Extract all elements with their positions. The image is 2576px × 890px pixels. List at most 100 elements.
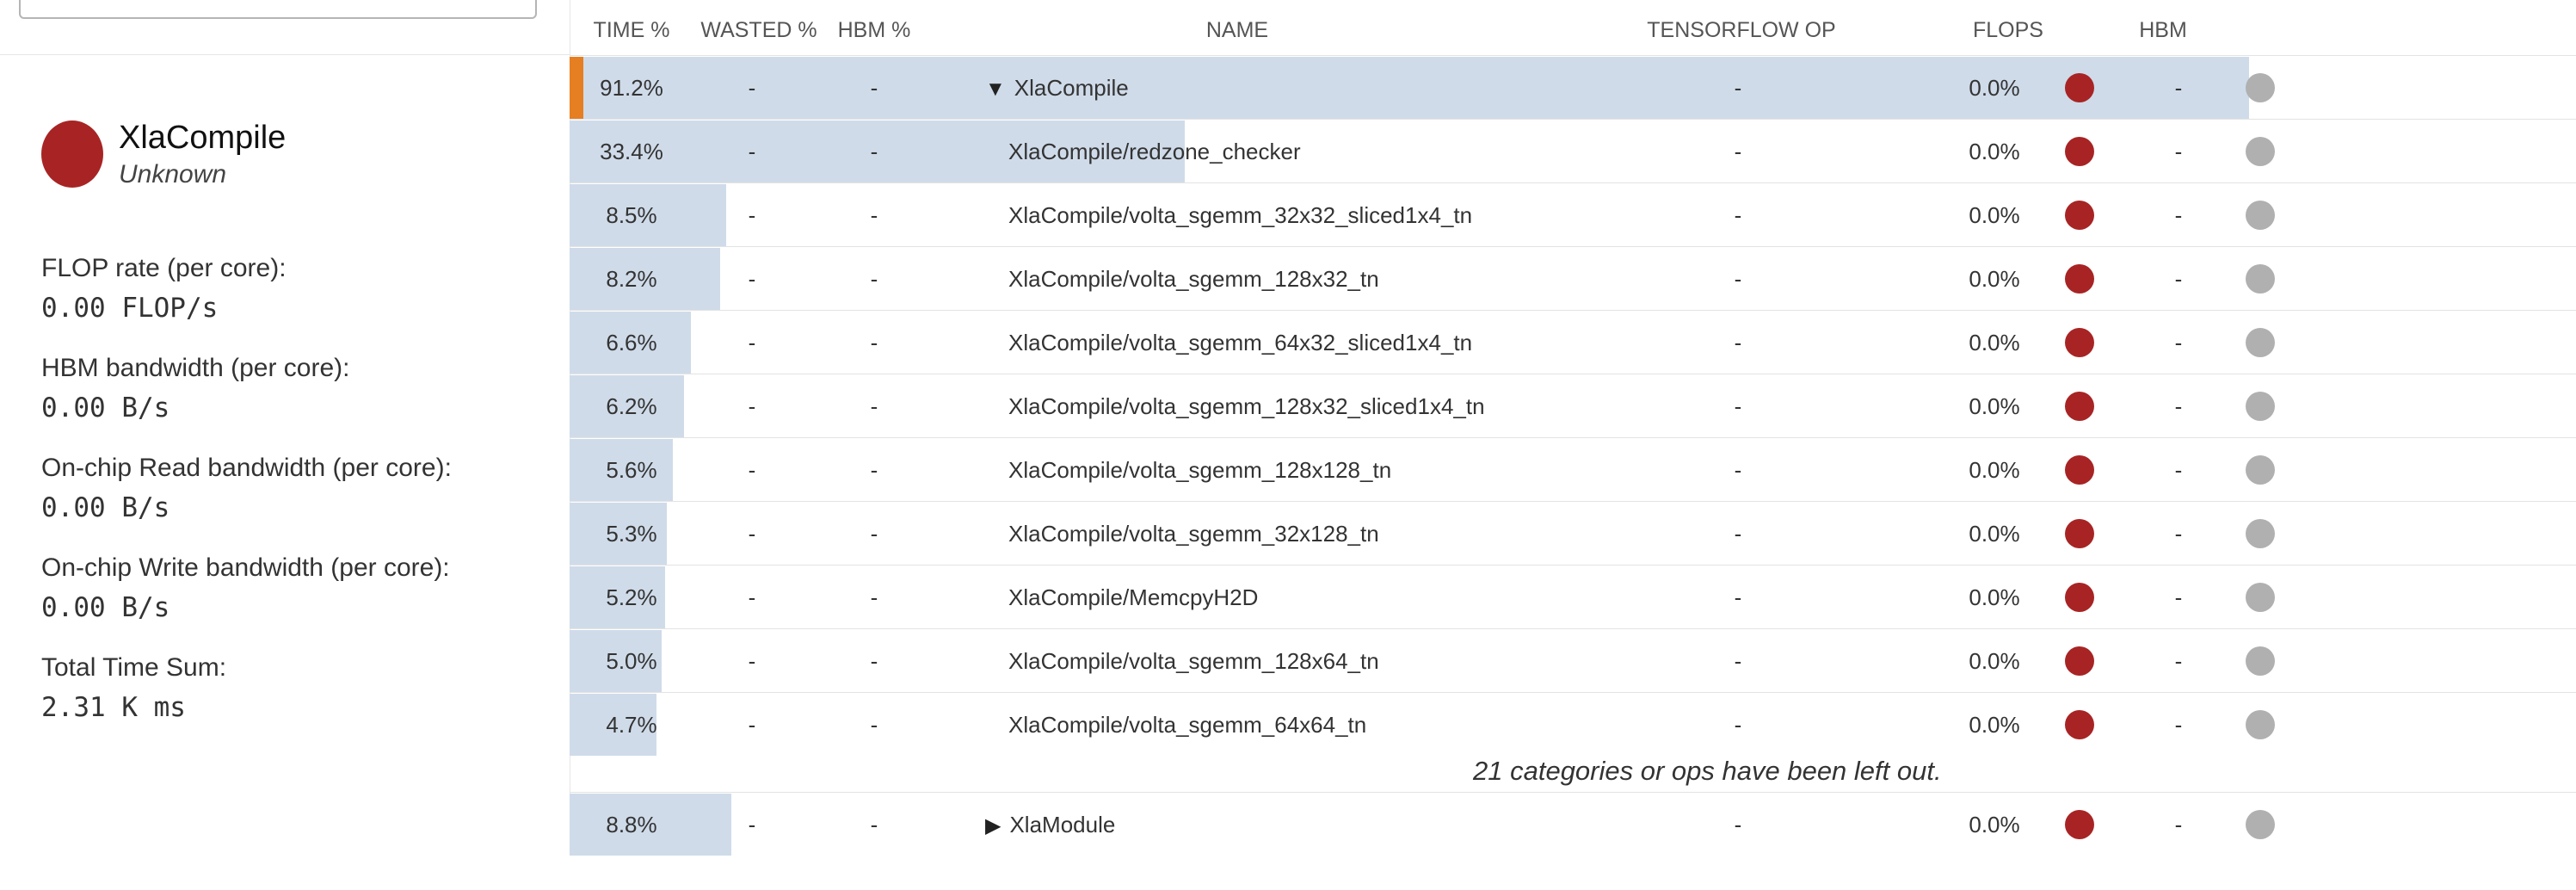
flops-percent-cell: 0.0% (1969, 648, 2020, 674)
tensorflow-op-cell: - (1734, 202, 1742, 228)
op-name: XlaCompile (1014, 75, 1129, 101)
header-tensorflow-op[interactable]: TENSORFLOW OP (1647, 15, 1835, 45)
hbm-indicator-dot (2246, 646, 2275, 676)
node-color-indicator (41, 121, 103, 188)
tensorflow-op-cell: - (1734, 457, 1742, 483)
op-name-cell[interactable]: XlaCompile/volta_sgemm_128x32_sliced1x4_… (1008, 374, 1485, 438)
time-percent-cell: 4.7% (606, 712, 657, 738)
table-row[interactable]: 5.6% - - XlaCompile/volta_sgemm_128x128_tn -… (570, 437, 2576, 502)
op-name-cell[interactable]: XlaCompile/volta_sgemm_64x32_sliced1x4_t… (1008, 311, 1472, 374)
hbm-cell: - (2174, 584, 2183, 610)
hbm-cell: - (2174, 139, 2183, 164)
expand-triangle-icon[interactable]: ▶ (985, 794, 1001, 858)
flops-percent-cell: 0.0% (1969, 266, 2020, 292)
time-percent-cell: 6.6% (606, 330, 657, 355)
op-name: XlaCompile/redzone_checker (1008, 139, 1301, 164)
op-name-cell[interactable]: XlaCompile/redzone_checker (1008, 120, 1301, 183)
wasted-percent-cell: - (748, 139, 756, 164)
op-name-cell[interactable]: XlaCompile/MemcpyH2D (1008, 566, 1258, 629)
header-hbm[interactable]: HBM (2139, 15, 2187, 45)
op-name: XlaCompile/volta_sgemm_32x128_tn (1008, 521, 1379, 547)
op-name: XlaCompile/volta_sgemm_32x32_sliced1x4_t… (1008, 202, 1473, 228)
op-name: XlaCompile/volta_sgemm_64x64_tn (1008, 712, 1367, 738)
table-row[interactable]: 6.6% - - XlaCompile/volta_sgemm_64x32_slice… (570, 310, 2576, 374)
header-hbm-percent[interactable]: HBM % (838, 15, 911, 45)
flops-percent-cell: 0.0% (1969, 139, 2020, 164)
hbm-percent-cell: - (870, 393, 878, 419)
wasted-percent-cell: - (748, 521, 756, 547)
node-name: XlaCompile (119, 120, 287, 156)
hbm-percent-cell: - (870, 812, 878, 837)
wasted-percent-cell: - (748, 202, 756, 228)
tensorflow-op-cell: - (1734, 584, 1742, 610)
time-percent-cell: 5.6% (606, 457, 657, 483)
op-name: XlaCompile/MemcpyH2D (1008, 584, 1259, 610)
hbm-cell: - (2174, 393, 2183, 419)
table-row[interactable]: 33.4% - - XlaCompile/redzone_checker - 0.0% - (570, 119, 2576, 183)
op-name-cell[interactable]: ▼ XlaCompile (985, 56, 1129, 120)
table-row[interactable]: 5.3% - - XlaCompile/volta_sgemm_32x128_tn - 0… (570, 501, 2576, 566)
time-percent-cell: 5.2% (606, 584, 657, 610)
flops-indicator-dot (2065, 137, 2094, 166)
op-name: XlaCompile/volta_sgemm_64x32_sliced1x4_t… (1008, 330, 1473, 355)
wasted-percent-cell: - (748, 648, 756, 674)
time-percent-cell: 8.2% (606, 266, 657, 292)
flops-indicator-dot (2065, 646, 2094, 676)
flops-percent-cell: 0.0% (1969, 393, 2020, 419)
header-name[interactable]: NAME (1206, 15, 1268, 45)
hbm-indicator-dot (2246, 455, 2275, 485)
total-time-value: 2.31 K ms (41, 692, 186, 723)
op-name-cell[interactable]: ▶ XlaModule (985, 793, 1115, 856)
flop-rate-label: FLOP rate (per core): (41, 254, 287, 282)
hbm-indicator-dot (2246, 710, 2275, 739)
table-row[interactable]: 91.2% - - ▼ XlaCompile - 0.0% - (570, 55, 2576, 120)
table-row[interactable]: 4.7% - - XlaCompile/volta_sgemm_64x64_tn - 0.… (570, 692, 2576, 757)
time-percent-cell: 5.3% (606, 521, 657, 547)
op-name: XlaCompile/volta_sgemm_128x64_tn (1008, 648, 1379, 674)
hbm-cell: - (2174, 712, 2183, 738)
table-row[interactable]: 5.2% - - XlaCompile/MemcpyH2D - 0.0% - (570, 565, 2576, 629)
op-name-cell[interactable]: XlaCompile/volta_sgemm_64x64_tn (1008, 693, 1366, 757)
table-row[interactable]: 8.2% - - XlaCompile/volta_sgemm_128x32_tn - 0… (570, 246, 2576, 311)
header-wasted[interactable]: WASTED % (700, 15, 817, 45)
hbm-indicator-dot (2246, 137, 2275, 166)
op-name-cell[interactable]: XlaCompile/volta_sgemm_128x64_tn (1008, 629, 1379, 693)
ops-table: TIME % WASTED % HBM % NAME TENSORFLOW OP… (570, 0, 2576, 890)
hbm-indicator-dot (2246, 810, 2275, 839)
table-row[interactable]: 5.0% - - XlaCompile/volta_sgemm_128x64_tn - 0… (570, 628, 2576, 693)
wasted-percent-cell: - (748, 393, 756, 419)
hbm-cell: - (2174, 75, 2183, 101)
table-row[interactable]: 8.5% - - XlaCompile/volta_sgemm_32x32_slice… (570, 182, 2576, 247)
flop-rate-value: 0.00 FLOP/s (41, 293, 219, 324)
op-name-cell[interactable]: XlaCompile/volta_sgemm_32x128_tn (1008, 502, 1379, 566)
op-name: XlaCompile/volta_sgemm_128x32_sliced1x4_… (1008, 393, 1485, 419)
hbm-indicator-dot (2246, 392, 2275, 421)
hbm-percent-cell: - (870, 648, 878, 674)
flops-percent-cell: 0.0% (1969, 75, 2020, 101)
search-input[interactable] (19, 0, 537, 19)
tensorflow-op-cell: - (1734, 712, 1742, 738)
table-header: TIME % WASTED % HBM % NAME TENSORFLOW OP… (570, 0, 2576, 55)
flops-percent-cell: 0.0% (1969, 202, 2020, 228)
wasted-percent-cell: - (748, 584, 756, 610)
op-name-cell[interactable]: XlaCompile/volta_sgemm_128x128_tn (1008, 438, 1391, 502)
hbm-indicator-dot (2246, 201, 2275, 230)
op-name-cell[interactable]: XlaCompile/volta_sgemm_32x32_sliced1x4_t… (1008, 183, 1472, 247)
selected-row-marker (570, 57, 583, 119)
hbm-cell: - (2174, 330, 2183, 355)
header-time[interactable]: TIME % (594, 15, 670, 45)
collapse-triangle-icon[interactable]: ▼ (985, 58, 1006, 121)
header-flops[interactable]: FLOPS (1973, 15, 2043, 45)
table-row[interactable]: 6.2% - - XlaCompile/volta_sgemm_128x32_slic… (570, 374, 2576, 438)
hbm-percent-cell: - (870, 521, 878, 547)
hbm-bandwidth-label: HBM bandwidth (per core): (41, 354, 350, 382)
hbm-percent-cell: - (870, 330, 878, 355)
op-name-cell[interactable]: XlaCompile/volta_sgemm_128x32_tn (1008, 247, 1379, 311)
flops-percent-cell: 0.0% (1969, 812, 2020, 837)
tensorflow-op-cell: - (1734, 139, 1742, 164)
tensorflow-op-cell: - (1734, 393, 1742, 419)
flops-indicator-dot (2065, 519, 2094, 548)
flops-indicator-dot (2065, 264, 2094, 294)
table-row[interactable]: 8.8% - - ▶ XlaModule - 0.0% - (570, 792, 2576, 856)
node-type: Unknown (119, 160, 227, 189)
